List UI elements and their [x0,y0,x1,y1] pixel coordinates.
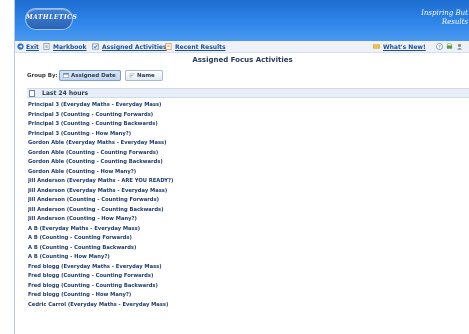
list-item[interactable]: Fred blogg (Everyday Maths - Everyday Ma… [28,263,468,273]
group-by-name-button[interactable]: Name [125,70,163,81]
tagline: Inspiring But Results [388,9,468,27]
nav-whats-new[interactable]: What's New! [383,43,426,52]
markbook-icon[interactable] [43,43,50,50]
list-item[interactable]: Gordon Able (Everyday Maths - Everyday M… [28,139,468,149]
nav-assigned-activities[interactable]: Assigned Activities [102,43,167,52]
list-item[interactable]: Fred blogg (Counting - Counting Forwards… [28,272,468,282]
page-title: Assigned Focus Activities [192,56,293,64]
assigned-date-label: Assigned Date [71,73,116,79]
nav-recent-results[interactable]: Recent Results [175,43,226,52]
list-item[interactable]: Principal 3 (Everyday Maths - Everyday M… [28,101,468,111]
tagline-line1: Inspiring But [421,9,468,17]
calendar-icon [63,73,69,78]
group-by-label: Group By: [27,73,58,79]
assigned-activities-icon[interactable] [92,43,99,50]
list-item[interactable]: Jill Anderson (Everyday Maths - Everyday… [28,187,468,197]
nav-bar: Exit Markbook Assigned Activities Recent… [15,41,469,53]
logo-text: MATHLETICS [26,14,78,21]
mathletics-logo: MATHLETICS [25,8,78,30]
nav-exit[interactable]: Exit [26,43,39,52]
section-title: Last 24 hours [42,90,89,97]
header-banner: MATHLETICS Inspiring But Results [15,0,469,41]
document-icon [29,90,35,97]
list-item[interactable]: Jill Anderson (Counting - How Many?) [28,215,468,225]
list-item[interactable]: Principal 3 (Counting - How Many?) [28,130,468,140]
nav-markbook[interactable]: Markbook [53,43,87,52]
whats-new-icon[interactable] [373,43,380,50]
help-icon[interactable]: ? [436,43,443,50]
app-frame: MATHLETICS Inspiring But Results Exit Ma… [14,0,469,334]
group-by-assigned-date-button[interactable]: Assigned Date [59,70,121,81]
list-item[interactable]: Jill Anderson (Counting - Counting Forwa… [28,196,468,206]
tagline-line2: Results [441,18,468,26]
sort-icon [129,73,135,78]
list-item[interactable]: Gordon Able (Counting - How Many?) [28,168,468,178]
list-item[interactable]: A B (Counting - How Many?) [28,253,468,263]
section-last-24-hours[interactable]: Last 24 hours [27,88,469,98]
list-item[interactable]: A B (Counting - Counting Backwards) [28,244,468,254]
list-item[interactable]: A B (Counting - Counting Forwards) [28,234,468,244]
print-icon[interactable] [446,43,453,50]
activity-list: Principal 3 (Everyday Maths - Everyday M… [28,101,468,310]
list-item[interactable]: Cedric Carrol (Everyday Maths - Everyday… [28,301,468,311]
list-item[interactable]: Gordon Able (Counting - Counting Backwar… [28,158,468,168]
exit-icon[interactable] [17,43,24,50]
recent-results-icon[interactable] [165,43,172,50]
name-label: Name [137,73,155,79]
list-item[interactable]: Fred blogg (Counting - Counting Backward… [28,282,468,292]
list-item[interactable]: Principal 3 (Counting - Counting Backwar… [28,120,468,130]
list-item[interactable]: A B (Everyday Maths - Everyday Mass) [28,225,468,235]
list-item[interactable]: Gordon Able (Counting - Counting Forward… [28,149,468,159]
list-item[interactable]: Jill Anderson (Everyday Maths - ARE YOU … [28,177,468,187]
list-item[interactable]: Jill Anderson (Counting - Counting Backw… [28,206,468,216]
user-icon[interactable] [456,43,463,50]
list-item[interactable]: Principal 3 (Counting - Counting Forward… [28,111,468,121]
list-item[interactable]: Fred blogg (Counting - How Many?) [28,291,468,301]
